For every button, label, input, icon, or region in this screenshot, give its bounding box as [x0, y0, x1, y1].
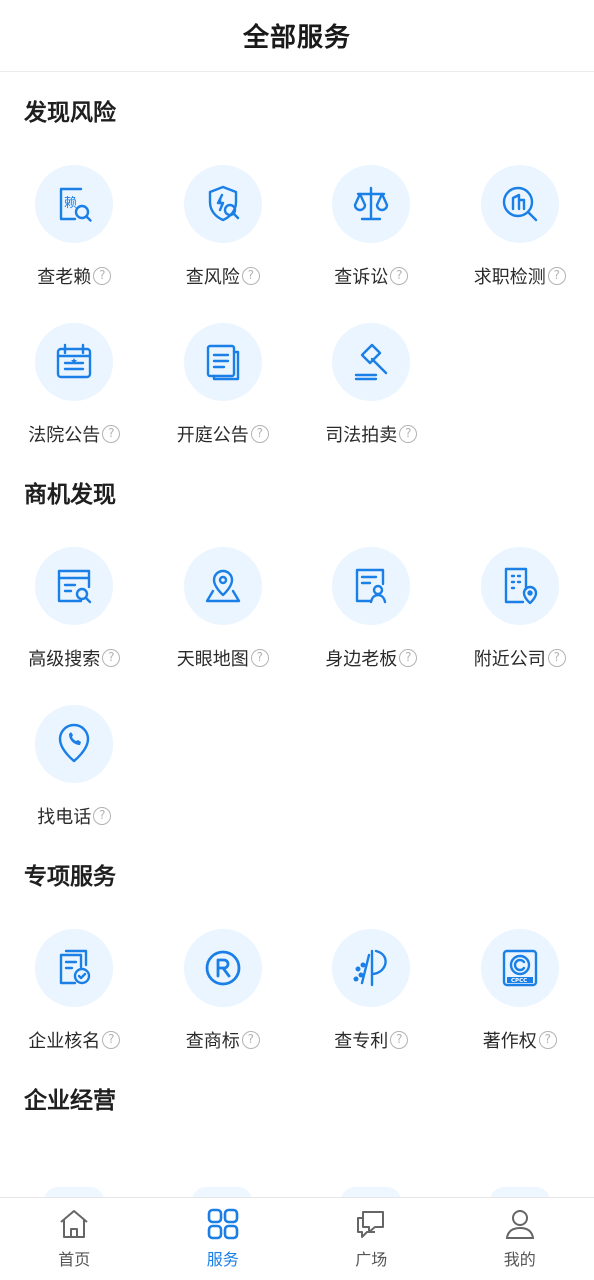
service-tile-find-phone[interactable]: 找电话? [0, 705, 149, 863]
svg-text:CPCC: CPCC [511, 978, 527, 984]
scales-icon [332, 165, 411, 243]
service-tile-judicial-auction[interactable]: 司法拍卖? [297, 323, 446, 481]
section-risk: 发现风险 赖 查老赖? 查风险 ? 查诉讼 ? 求职检测 ? 法院公告 ? 开庭… [0, 99, 594, 481]
service-grid: 高级搜索? 天眼地图? 身边老板? 附近公司 ? 找电话 ? [0, 547, 594, 863]
patent-icon [332, 929, 411, 1007]
copyright-cpcc-icon: CPCC [480, 929, 559, 1007]
help-icon[interactable]: ? [250, 425, 269, 443]
page-title: 全部服务 [242, 23, 351, 53]
help-icon[interactable]: ? [547, 649, 566, 667]
tile-label: 司法拍卖 [325, 425, 398, 446]
tile-label: 查商标 [185, 1031, 240, 1052]
calendar-announcement-icon [35, 323, 114, 401]
section-title: 专项服务 [24, 864, 116, 890]
service-tile-court-notice[interactable]: 法院公告? [0, 323, 149, 481]
help-icon[interactable]: ? [241, 1031, 260, 1049]
help-icon[interactable]: ? [547, 267, 566, 285]
tab-services[interactable]: 服务 [149, 1198, 298, 1280]
service-tile-job-check[interactable]: 求职检测? [446, 165, 594, 323]
service-tile-advanced-search[interactable]: 高级搜索? [0, 547, 149, 705]
svg-text:赖: 赖 [64, 196, 77, 211]
tile-label: 著作权 [482, 1031, 537, 1052]
help-icon[interactable]: ? [390, 267, 409, 285]
tile-label: 查诉讼 [334, 267, 389, 288]
chat-bubbles-icon [357, 1211, 385, 1238]
tile-label: 企业核名 [28, 1031, 101, 1052]
service-tile-nearby-boss[interactable]: 身边老板? [297, 547, 446, 705]
service-tile-copyright[interactable]: CPCC 著作权? [446, 929, 594, 1087]
home-icon [60, 1210, 88, 1238]
risk-shield-search-icon [183, 165, 262, 243]
help-icon[interactable]: ? [399, 425, 418, 443]
section-opportunity: 商机发现 高级搜索? 天眼地图? 身边老板 ? 附近公司 ? 找电话 ? [0, 481, 594, 863]
tile-label: 高级搜索 [28, 649, 101, 670]
defaulter-search-icon: 赖 [35, 165, 114, 243]
map-pin-icon [183, 547, 262, 625]
user-icon [505, 1210, 534, 1239]
service-tile-patent[interactable]: 查专利? [297, 929, 446, 1087]
service-tile-lawsuit[interactable]: 查诉讼? [297, 165, 446, 323]
phone-pin-icon [35, 705, 114, 783]
name-check-icon [35, 929, 114, 1007]
tab-square[interactable]: 广场 [297, 1198, 446, 1280]
tile-label: 找电话 [37, 807, 92, 828]
section-operations: 企业经营 [0, 1087, 594, 1115]
service-tile-trademark[interactable]: 查商标? [149, 929, 298, 1087]
tile-label: 天眼地图 [176, 649, 249, 670]
section-special: 专项服务 企业核名? 查商标 ? 查专利 ? CPCC 著作权 ? [0, 863, 594, 1087]
section-title: 发现风险 [24, 100, 116, 126]
boss-profile-icon [332, 547, 411, 625]
help-icon[interactable]: ? [102, 649, 121, 667]
tile-label: 身边老板 [325, 649, 398, 670]
help-icon[interactable]: ? [93, 807, 112, 825]
service-grid: 企业核名? 查商标? 查专利 ? CPCC 著作权 ? [0, 929, 594, 1087]
help-icon[interactable]: ? [102, 425, 121, 443]
tile-label: 查风险 [185, 267, 240, 288]
help-icon[interactable]: ? [399, 649, 418, 667]
tab-label: 首页 [58, 1250, 91, 1269]
building-search-icon [480, 165, 559, 243]
tab-home[interactable]: 首页 [0, 1198, 149, 1280]
section-title: 企业经营 [24, 1088, 116, 1114]
help-icon[interactable]: ? [390, 1031, 409, 1049]
help-icon[interactable]: ? [241, 267, 260, 285]
tab-label: 我的 [503, 1250, 536, 1269]
gavel-icon [332, 323, 411, 401]
tab-label: 广场 [355, 1250, 388, 1269]
service-tile-map[interactable]: 天眼地图? [149, 547, 298, 705]
tile-label: 查老赖 [37, 267, 92, 288]
help-icon[interactable]: ? [250, 649, 269, 667]
tab-label: 服务 [206, 1250, 239, 1269]
service-tile-name-check[interactable]: 企业核名? [0, 929, 149, 1087]
tile-label: 开庭公告 [176, 425, 249, 446]
help-icon[interactable]: ? [93, 267, 112, 285]
page-header: 全部服务 [0, 0, 594, 72]
bottom-tab-bar: 首页 服务 广场 我的 [0, 1197, 594, 1280]
nearby-building-icon [480, 547, 559, 625]
advanced-search-icon [35, 547, 114, 625]
tile-label: 查专利 [334, 1031, 389, 1052]
section-title: 商机发现 [24, 482, 116, 508]
tile-label: 附近公司 [473, 649, 546, 670]
service-grid: 赖 查老赖? 查风险? 查诉讼 ? 求职检测 ? 法院公告 ? 开庭公告 ? 司… [0, 165, 594, 481]
services-content[interactable]: 发现风险 赖 查老赖? 查风险 ? 查诉讼 ? 求职检测 ? 法院公告 ? 开庭… [0, 73, 594, 1197]
service-tile-hearing-notice[interactable]: 开庭公告? [149, 323, 298, 481]
tab-mine[interactable]: 我的 [446, 1198, 594, 1280]
help-icon[interactable]: ? [102, 1031, 121, 1049]
registered-trademark-icon [183, 929, 262, 1007]
tile-label: 求职检测 [473, 267, 546, 288]
service-tile-defaulter[interactable]: 赖 查老赖? [0, 165, 149, 323]
document-stack-icon [183, 323, 262, 401]
service-tile-nearby-company[interactable]: 附近公司? [446, 547, 594, 705]
help-icon[interactable]: ? [538, 1031, 557, 1049]
service-tile-risk[interactable]: 查风险? [149, 165, 298, 323]
tile-label: 法院公告 [28, 425, 101, 446]
grid-services-icon [207, 1208, 239, 1240]
